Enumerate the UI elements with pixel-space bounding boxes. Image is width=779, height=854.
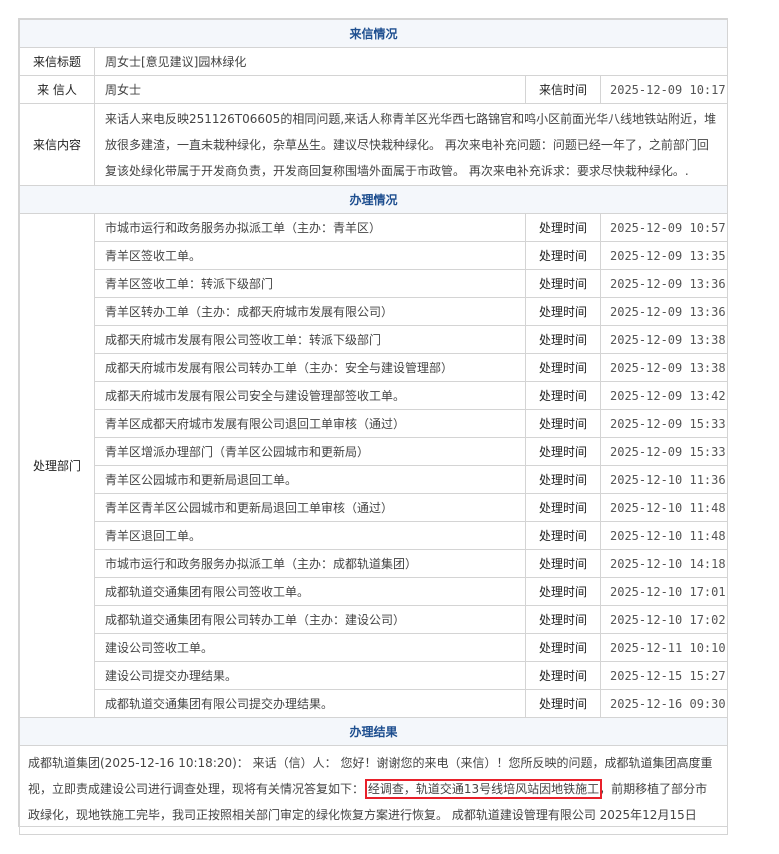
step-time-value: 2025-12-16 09:30 — [599, 689, 729, 718]
step-time-value: 2025-12-09 10:57 — [599, 213, 729, 242]
step-time-value: 2025-12-11 10:10 — [599, 633, 729, 662]
step-time-value: 2025-12-09 15:33 — [599, 437, 729, 466]
step-time-label: 处理时间 — [525, 241, 601, 270]
title-value: 周女士[意见建议]园林绿化 — [93, 47, 729, 76]
table-row: 青羊区签收工单。 处理时间 2025-12-09 13:35 — [20, 241, 729, 270]
step-time-label: 处理时间 — [525, 437, 601, 466]
table-row: 青羊区增派办理部门（青羊区公园城市和更新局） 处理时间 2025-12-09 15:… — [20, 437, 729, 466]
step-action: 青羊区退回工单。 — [94, 521, 526, 550]
result-text: 成都轨道集团(2025-12-16 10:18:20)： 来话（信）人： 您好！… — [18, 745, 729, 835]
sender-value: 周女士 — [94, 75, 526, 104]
section-title-processing: 办理情况 — [18, 185, 729, 214]
step-action: 成都天府城市发展有限公司转办工单（主办：安全与建设管理部） — [94, 353, 526, 382]
table-row: 青羊区退回工单。 处理时间 2025-12-10 11:48 — [20, 521, 729, 550]
table-row: 成都天府城市发展有限公司安全与建设管理部签收工单。 处理时间 2025-12-09 … — [20, 381, 729, 410]
step-time-value: 2025-12-15 15:27 — [599, 661, 729, 690]
step-action: 成都轨道交通集团有限公司签收工单。 — [94, 577, 526, 606]
section-title-letter: 来信情况 — [18, 19, 729, 48]
step-time-label: 处理时间 — [525, 577, 601, 606]
step-action: 青羊区增派办理部门（青羊区公园城市和更新局） — [94, 437, 526, 466]
step-time-value: 2025-12-09 13:38 — [599, 353, 729, 382]
step-action: 市城市运行和政务服务办拟派工单（主办：成都轨道集团） — [94, 549, 526, 578]
step-time-value: 2025-12-09 15:33 — [599, 409, 729, 438]
step-action: 青羊区签收工单。 — [94, 241, 526, 270]
step-action: 青羊区签收工单：转派下级部门 — [94, 269, 526, 298]
letter-detail-panel: 来信情况 来信标题 周女士[意见建议]园林绿化 来 信人 周女士 来信时间 20… — [18, 18, 729, 835]
step-time-label: 处理时间 — [525, 297, 601, 326]
step-time-value: 2025-12-09 13:38 — [599, 325, 729, 354]
step-action: 成都天府城市发展有限公司签收工单：转派下级部门 — [94, 325, 526, 354]
step-time-label: 处理时间 — [525, 353, 601, 382]
step-action: 青羊区公园城市和更新局退回工单。 — [94, 465, 526, 494]
step-time-label: 处理时间 — [525, 521, 601, 550]
step-time-label: 处理时间 — [525, 689, 601, 718]
table-row: 青羊区公园城市和更新局退回工单。 处理时间 2025-12-10 11:36 — [20, 465, 729, 494]
letter-time-label: 来信时间 — [525, 75, 601, 104]
sender-label: 来 信人 — [19, 75, 95, 104]
step-time-value: 2025-12-10 11:48 — [599, 521, 729, 550]
step-time-value: 2025-12-10 17:02 — [599, 605, 729, 634]
table-row: 成都天府城市发展有限公司转办工单（主办：安全与建设管理部） 处理时间 2025-12… — [20, 353, 729, 382]
step-time-label: 处理时间 — [525, 269, 601, 298]
letter-time-value: 2025-12-09 10:17 — [599, 75, 729, 104]
table-row: 成都轨道交通集团有限公司转办工单（主办：建设公司） 处理时间 2025-12-10 … — [20, 605, 729, 634]
section-title-result: 办理结果 — [18, 717, 729, 746]
table-row: 市城市运行和政务服务办拟派工单（主办：成都轨道集团） 处理时间 2025-12-10… — [20, 549, 729, 578]
step-time-label: 处理时间 — [525, 549, 601, 578]
step-time-value: 2025-12-09 13:36 — [599, 297, 729, 326]
step-time-label: 处理时间 — [525, 605, 601, 634]
table-row: 建设公司签收工单。 处理时间 2025-12-11 10:10 — [20, 633, 729, 662]
content-value: 来话人来电反映251126T06605的相同问题,来话人称青羊区光华西七路锦官和… — [93, 103, 729, 186]
dept-label: 处理部门 — [19, 213, 95, 718]
step-action: 青羊区转办工单（主办：成都天府城市发展有限公司） — [94, 297, 526, 326]
step-time-label: 处理时间 — [525, 493, 601, 522]
step-action: 建设公司提交办理结果。 — [94, 661, 526, 690]
step-action: 建设公司签收工单。 — [94, 633, 526, 662]
table-row: 处理部门 市城市运行和政务服务办拟派工单（主办：青羊区） 处理时间 2025-12-0… — [19, 213, 729, 718]
table-row: 青羊区转办工单（主办：成都天府城市发展有限公司） 处理时间 2025-12-09 1… — [20, 297, 729, 326]
table-row: 青羊区签收工单：转派下级部门 处理时间 2025-12-09 13:36 — [20, 269, 729, 298]
step-time-label: 处理时间 — [525, 465, 601, 494]
table-row: 成都轨道交通集团有限公司提交办理结果。 处理时间 2025-12-16 09:30 — [20, 689, 729, 718]
table-row: 成都轨道交通集团有限公司签收工单。 处理时间 2025-12-10 17:01 — [20, 577, 729, 606]
step-time-value: 2025-12-09 13:42 — [599, 381, 729, 410]
step-time-value: 2025-12-10 17:01 — [599, 577, 729, 606]
step-time-label: 处理时间 — [525, 633, 601, 662]
step-time-label: 处理时间 — [525, 381, 601, 410]
step-time-value: 2025-12-09 13:36 — [599, 269, 729, 298]
step-time-label: 处理时间 — [525, 409, 601, 438]
step-action: 青羊区青羊区公园城市和更新局退回工单审核（通过） — [94, 493, 526, 522]
result-highlight: 经调查，轨道交通13号线培风站因地铁施工 — [364, 779, 603, 799]
step-time-value: 2025-12-10 11:48 — [599, 493, 729, 522]
step-time-value: 2025-12-10 14:18 — [599, 549, 729, 578]
content-label: 来信内容 — [19, 103, 95, 186]
table-row: 建设公司提交办理结果。 处理时间 2025-12-15 15:27 — [20, 661, 729, 690]
letter-table: 来信情况 来信标题 周女士[意见建议]园林绿化 来 信人 周女士 来信时间 20… — [18, 19, 729, 835]
step-action: 青羊区成都天府城市发展有限公司退回工单审核（通过） — [94, 409, 526, 438]
step-time-label: 处理时间 — [525, 325, 601, 354]
table-row: 青羊区青羊区公园城市和更新局退回工单审核（通过） 处理时间 2025-12-10 1… — [20, 493, 729, 522]
step-action: 成都天府城市发展有限公司安全与建设管理部签收工单。 — [94, 381, 526, 410]
step-action: 成都轨道交通集团有限公司转办工单（主办：建设公司） — [94, 605, 526, 634]
step-time-label: 处理时间 — [525, 213, 601, 242]
title-label: 来信标题 — [19, 47, 95, 76]
step-time-value: 2025-12-10 11:36 — [599, 465, 729, 494]
step-action: 成都轨道交通集团有限公司提交办理结果。 — [94, 689, 526, 718]
step-time-label: 处理时间 — [525, 661, 601, 690]
table-row: 成都天府城市发展有限公司签收工单：转派下级部门 处理时间 2025-12-09 13… — [20, 325, 729, 354]
table-row: 青羊区成都天府城市发展有限公司退回工单审核（通过） 处理时间 2025-12-09 … — [20, 409, 729, 438]
step-time-value: 2025-12-09 13:35 — [599, 241, 729, 270]
step-action: 市城市运行和政务服务办拟派工单（主办：青羊区） — [94, 213, 526, 242]
